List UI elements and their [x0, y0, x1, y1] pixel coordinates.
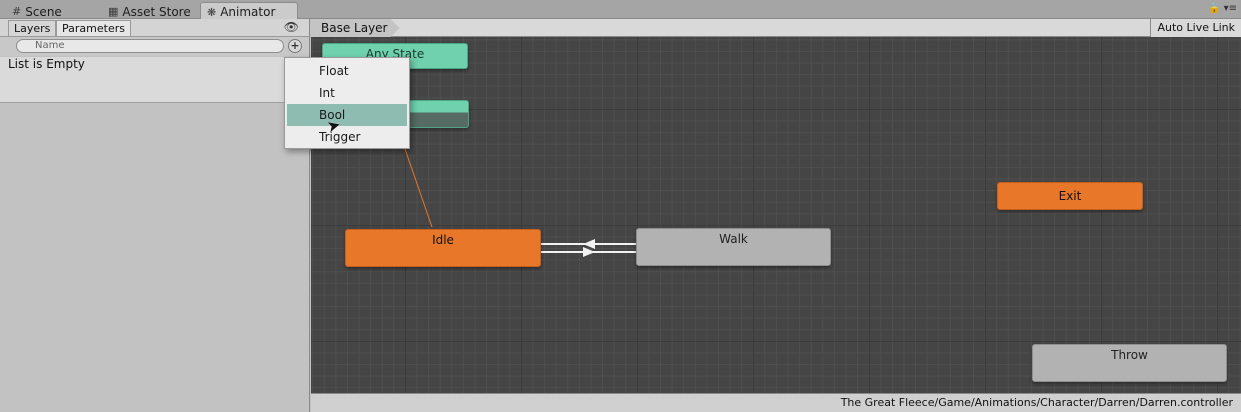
parameter-type-menu: Float Int Bool Trigger [284, 57, 410, 149]
arrow-left-icon [583, 239, 595, 249]
tab-scene-label: Scene [25, 4, 62, 19]
add-parameter-button[interactable]: + [288, 39, 302, 53]
entry-transition[interactable] [404, 148, 433, 228]
animator-graph[interactable]: Any State Idle Walk Exit Throw Base Laye… [311, 19, 1241, 412]
tab-asset-store[interactable]: ▦ Asset Store [102, 2, 199, 19]
state-walk[interactable]: Walk [636, 228, 831, 266]
auto-live-link-button[interactable]: Auto Live Link [1150, 19, 1241, 37]
menu-item-int[interactable]: Int [285, 82, 409, 104]
controller-path: The Great Fleece/Game/Animations/Charact… [311, 393, 1241, 412]
animator-icon: ❋ [207, 5, 217, 19]
eye-icon[interactable]: 👁 [284, 20, 299, 34]
tab-layers[interactable]: Layers [8, 20, 57, 36]
breadcrumb-base-layer[interactable]: Base Layer [311, 19, 400, 37]
graph-toolbar: Base Layer Auto Live Link [311, 19, 1241, 37]
exit-label: Exit [1058, 189, 1082, 203]
tab-scene[interactable]: # Scene [6, 2, 70, 19]
arrow-right-icon [583, 247, 595, 257]
search-row: ⚲▾ Name + [0, 37, 309, 56]
menu-item-trigger[interactable]: Trigger [285, 126, 409, 148]
tab-animator[interactable]: ❋ Animator [200, 2, 298, 19]
grid-icon: # [12, 5, 22, 18]
parameters-panel: Layers Parameters 👁 ⚲▾ Name + List is Em… [0, 19, 310, 412]
editor-tab-bar: # Scene ▦ Asset Store ❋ Animator 🔒 ▾≡ [0, 0, 1241, 19]
store-icon: ▦ [108, 5, 119, 18]
menu-item-float[interactable]: Float [285, 60, 409, 82]
idle-label: Idle [432, 233, 454, 247]
throw-label: Throw [1111, 348, 1148, 362]
tab-parameters[interactable]: Parameters [56, 20, 131, 36]
state-exit[interactable]: Exit [997, 182, 1143, 210]
walk-label: Walk [719, 232, 748, 246]
search-input[interactable]: Name [16, 39, 284, 53]
tab-animator-label: Animator [220, 5, 276, 19]
menu-item-bool[interactable]: Bool [287, 104, 407, 126]
tab-asset-store-label: Asset Store [122, 4, 191, 19]
state-throw[interactable]: Throw [1032, 344, 1227, 382]
empty-list-message: List is Empty [0, 57, 309, 103]
window-menu-icon[interactable]: 🔒 ▾≡ [1208, 3, 1237, 14]
panel-tabs: Layers Parameters 👁 [0, 19, 309, 37]
state-idle[interactable]: Idle [345, 229, 541, 267]
